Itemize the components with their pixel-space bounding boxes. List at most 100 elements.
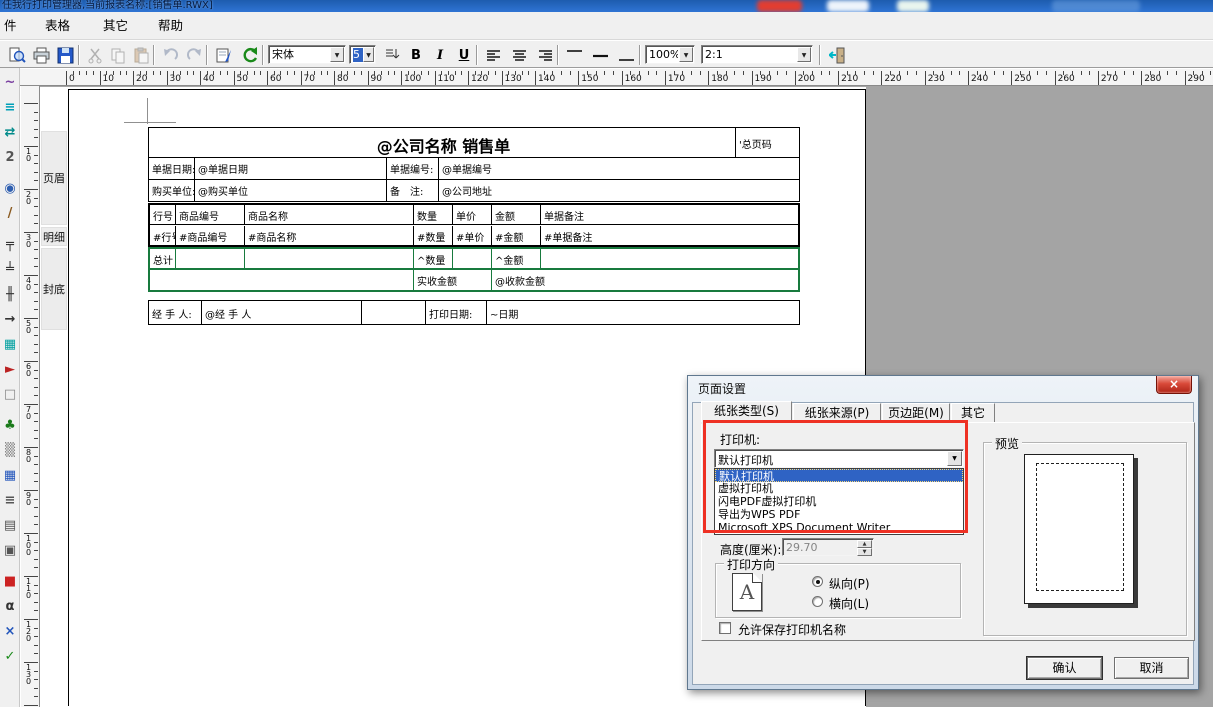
zoom-select[interactable]: 100% ▼ — [645, 45, 695, 64]
printer-option[interactable]: Microsoft XPS Document Writer — [715, 521, 963, 534]
camera-icon[interactable]: ◉ — [1, 180, 19, 198]
info-field[interactable]: @公司地址 — [439, 180, 799, 202]
detail-header-cell[interactable]: 数量 — [414, 205, 453, 224]
spin-up-icon[interactable]: ▲ — [857, 540, 872, 548]
menu-table[interactable]: 表格 — [41, 12, 74, 40]
printer-small-icon[interactable]: ▣ — [1, 542, 19, 560]
font-size-select[interactable]: 5 ▼ — [349, 45, 376, 64]
scale-select[interactable]: 2:1 ▼ — [701, 45, 813, 64]
tab-other[interactable]: 其它 — [951, 403, 995, 422]
italic-button[interactable]: I — [429, 44, 451, 66]
info-field[interactable]: @单据编号 — [439, 158, 799, 179]
total-empty-cell[interactable] — [176, 249, 245, 268]
swap-icon[interactable]: ⇄ — [1, 124, 19, 142]
page-edit-icon[interactable] — [213, 44, 235, 66]
info-field[interactable]: @单据日期 — [195, 158, 387, 179]
landscape-radio[interactable] — [812, 596, 823, 607]
table-top-icon[interactable]: ╤ — [1, 236, 19, 254]
revert-icon[interactable] — [239, 44, 261, 66]
print-date-label-cell[interactable]: 打印日期: — [426, 301, 487, 324]
report-pageno-cell[interactable]: '总页码 — [736, 128, 799, 157]
spin-down-icon[interactable]: ▼ — [857, 548, 872, 556]
band-footer[interactable]: 封底 — [41, 248, 67, 330]
chevron-down-icon[interactable]: ▼ — [947, 451, 962, 466]
line-bottom-icon[interactable] — [615, 44, 637, 66]
menu-file[interactable]: 件 — [0, 12, 21, 40]
table-blue-icon[interactable]: ▦ — [1, 467, 19, 485]
total-label-cell[interactable]: 总计 — [150, 249, 176, 268]
cancel-button[interactable]: 取消 — [1114, 657, 1189, 679]
detail-field-cell[interactable]: #商品名称 — [245, 226, 414, 245]
received-empty-cell[interactable] — [150, 270, 414, 290]
info-label[interactable]: 购买单位: — [149, 180, 195, 202]
signature-icon[interactable]: ~ — [1, 74, 19, 92]
page-setup-icon[interactable]: ▤ — [1, 517, 19, 535]
line-middle-icon[interactable] — [589, 44, 611, 66]
undo-icon[interactable] — [159, 44, 181, 66]
blank-box-icon[interactable]: □ — [1, 386, 19, 404]
pen-icon[interactable]: / — [1, 205, 19, 223]
tab-paper-source[interactable]: 纸张来源(P) — [793, 403, 881, 422]
height-input[interactable]: 29.70 ▲▼ — [782, 538, 874, 556]
field-list-icon[interactable]: ≡ — [1, 99, 19, 117]
handler-label-cell[interactable]: 经 手 人: — [149, 301, 202, 324]
copy-icon[interactable] — [107, 44, 129, 66]
align-right-icon[interactable] — [534, 44, 556, 66]
info-label[interactable]: 备 注: — [387, 180, 439, 202]
exit-icon[interactable] — [826, 44, 848, 66]
detail-field-cell[interactable]: #商品编号 — [176, 226, 245, 245]
received-field-cell[interactable]: @收款金额 — [492, 270, 798, 290]
save-icon[interactable] — [54, 44, 76, 66]
save-red-icon[interactable]: ■ — [1, 573, 19, 591]
height-stepper[interactable]: ▲▼ — [857, 540, 872, 554]
zoom-2-icon[interactable]: 2 — [1, 149, 19, 167]
flag-icon[interactable]: ► — [1, 361, 19, 379]
close-icon[interactable]: × — [1156, 376, 1192, 394]
table-bottom-icon[interactable]: ╧ — [1, 261, 19, 279]
chevron-down-icon[interactable]: ▼ — [330, 47, 344, 62]
grid-dots-icon[interactable]: ▒ — [1, 442, 19, 460]
align-center-icon[interactable] — [508, 44, 530, 66]
chevron-down-icon[interactable]: ▼ — [679, 47, 693, 62]
total-empty-cell[interactable] — [541, 249, 798, 268]
cut-icon[interactable] — [84, 44, 106, 66]
bold-button[interactable]: B — [405, 44, 427, 66]
total-amount-cell[interactable]: ^金额 — [492, 249, 541, 268]
detail-field-cell[interactable]: #单价 — [453, 226, 492, 245]
info-field[interactable]: @购买单位 — [195, 180, 387, 202]
menu-help[interactable]: 帮助 — [154, 12, 187, 40]
total-qty-cell[interactable]: ^数量 — [414, 249, 453, 268]
info-label[interactable]: 单据编号: — [387, 158, 439, 179]
band-detail[interactable]: 明细 — [41, 227, 67, 246]
underline-button[interactable]: U — [453, 44, 475, 66]
chevron-down-icon[interactable]: ▼ — [797, 47, 811, 62]
palette-icon[interactable]: ▦ — [1, 336, 19, 354]
line-top-icon[interactable] — [563, 44, 585, 66]
detail-header-cell[interactable]: 单价 — [453, 205, 492, 224]
print-preview-icon[interactable] — [6, 44, 28, 66]
alpha-icon[interactable]: α — [1, 598, 19, 616]
info-label[interactable]: 单据日期: — [149, 158, 195, 179]
tree-icon[interactable]: ♣ — [1, 417, 19, 435]
detail-header-cell[interactable]: 商品名称 — [245, 205, 414, 224]
chevron-down-icon[interactable]: ▼ — [363, 47, 374, 62]
received-label-cell[interactable]: 实收金额 — [414, 270, 492, 290]
total-empty-cell[interactable] — [453, 249, 492, 268]
printer-select[interactable]: 默认打印机 ▼ — [714, 449, 964, 468]
paste-icon[interactable] — [130, 44, 152, 66]
tab-paper-type[interactable]: 纸张类型(S) — [701, 401, 792, 422]
footer-empty-cell[interactable] — [362, 301, 426, 324]
detail-header-cell[interactable]: 单据备注 — [541, 205, 798, 224]
menu-other[interactable]: 其它 — [99, 12, 132, 40]
total-empty-cell[interactable] — [245, 249, 414, 268]
align-left-icon[interactable] — [482, 44, 504, 66]
delete-x-icon[interactable]: × — [1, 623, 19, 641]
handler-field-cell[interactable]: @经 手 人 — [202, 301, 362, 324]
font-family-select[interactable]: 宋体 ▼ — [268, 45, 346, 64]
printer-option[interactable]: 默认打印机 — [715, 469, 963, 482]
redo-icon[interactable] — [183, 44, 205, 66]
detail-field-cell[interactable]: #数量 — [414, 226, 453, 245]
arrow-line-icon[interactable]: → — [1, 311, 19, 329]
detail-header-cell[interactable]: 金额 — [492, 205, 541, 224]
portrait-radio[interactable] — [812, 576, 823, 587]
